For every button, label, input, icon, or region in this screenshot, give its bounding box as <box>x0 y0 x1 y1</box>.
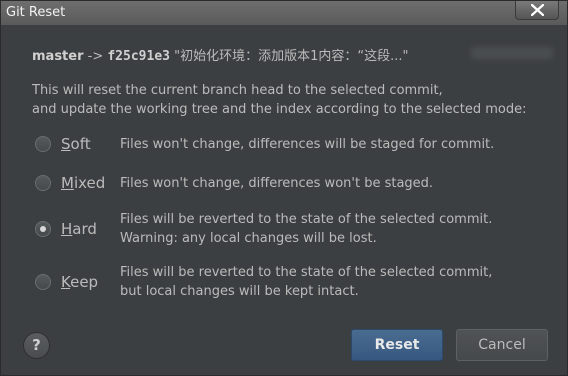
reset-button[interactable]: Reset <box>351 329 443 361</box>
commit-message: "初始化环境：添加版本1内容：“这段..." <box>169 49 409 64</box>
commit-hash: f25c91e3 <box>107 49 170 64</box>
help-button[interactable]: ? <box>23 332 50 359</box>
close-icon <box>531 4 544 16</box>
mixed-description: Files won't change, differences won't be… <box>120 174 433 193</box>
hard-desc-line-2: Warning: any local changes will be lost. <box>120 231 377 246</box>
reset-description: This will reset the current branch head … <box>32 81 526 119</box>
hard-label[interactable]: Hard <box>61 220 97 238</box>
arrow-text: -> <box>83 49 108 64</box>
soft-radio[interactable] <box>35 136 51 152</box>
keep-label[interactable]: Keep <box>61 273 98 291</box>
soft-desc-line-1: Files won't change, differences will be … <box>120 137 495 152</box>
description-line-2: and update the working tree and the inde… <box>32 102 527 117</box>
mixed-radio[interactable] <box>35 175 51 191</box>
redacted-text <box>471 47 553 59</box>
title-bar[interactable]: Git Reset <box>1 1 567 25</box>
hard-description: Files will be reverted to the state of t… <box>120 210 492 248</box>
branch-name: master <box>32 49 84 64</box>
window-title: Git Reset <box>6 5 66 20</box>
help-icon: ? <box>32 336 41 354</box>
mixed-desc-line-1: Files won't change, differences won't be… <box>120 176 434 191</box>
commit-info: master -> f25c91e3 "初始化环境：添加版本1内容：“这段...… <box>32 45 408 64</box>
soft-label[interactable]: Soft <box>61 135 91 153</box>
close-button[interactable] <box>515 1 559 20</box>
soft-description: Files won't change, differences will be … <box>120 135 494 154</box>
cancel-button[interactable]: Cancel <box>456 329 548 361</box>
keep-description: Files will be reverted to the state of t… <box>120 263 492 301</box>
mixed-label[interactable]: Mixed <box>61 174 105 192</box>
hard-desc-line-1: Files will be reverted to the state of t… <box>120 212 493 227</box>
keep-desc-line-1: Files will be reverted to the state of t… <box>120 265 493 280</box>
keep-radio[interactable] <box>35 274 51 290</box>
hard-radio[interactable] <box>35 221 51 237</box>
git-reset-dialog: Git Reset master -> f25c91e3 "初始化环境：添加版本… <box>0 0 568 376</box>
keep-desc-line-2: but local changes will be kept intact. <box>120 284 359 299</box>
description-line-1: This will reset the current branch head … <box>32 83 443 98</box>
